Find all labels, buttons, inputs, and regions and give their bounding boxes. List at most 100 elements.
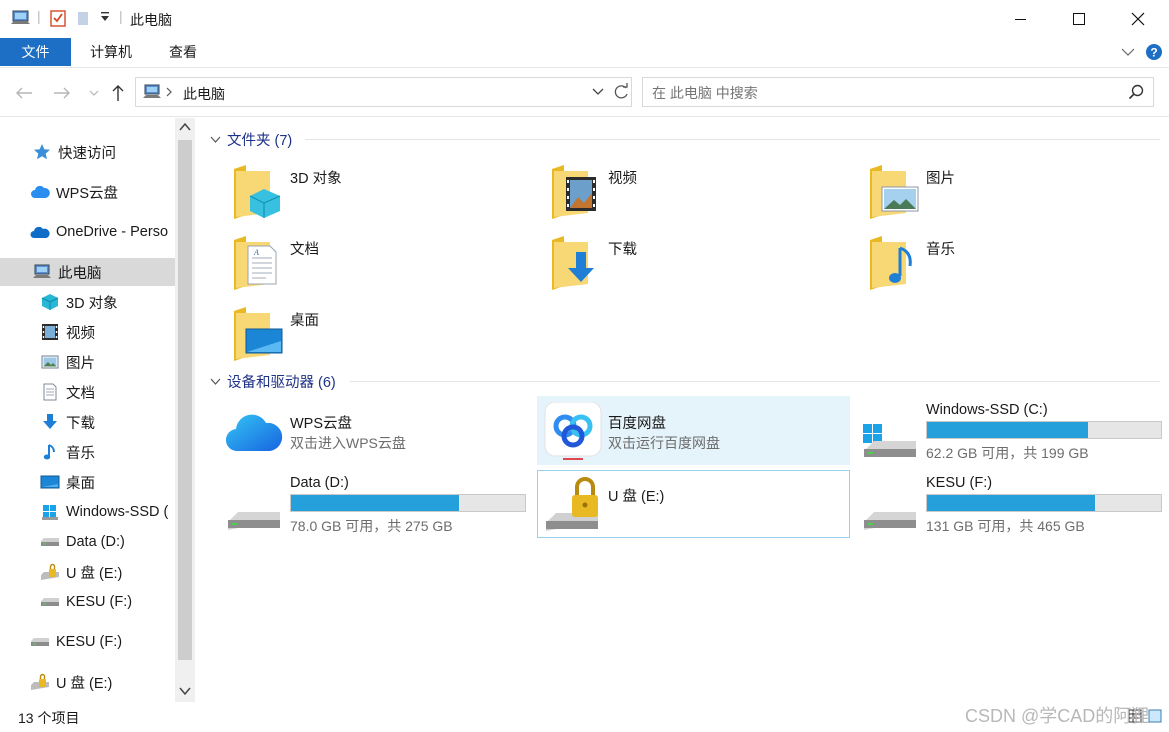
group-title: 文件夹 (7) [227,133,293,149]
sidebar-item-label: 视频 [66,325,95,342]
search-input[interactable] [652,83,1122,103]
back-button[interactable] [12,81,36,105]
tab-computer[interactable]: 计算机 [76,38,146,66]
folder-music[interactable]: 音乐 [866,234,1166,298]
tab-view[interactable]: 查看 [152,38,214,66]
search-box[interactable] [642,77,1154,107]
navigation-bar: 此电脑 [0,69,1169,117]
sidebar-item-label: 下载 [66,415,95,432]
sidebar-item-music[interactable]: 音乐 [0,438,175,466]
sidebar-item-label: 桌面 [66,475,95,492]
desktop-folder-icon [230,305,286,365]
sidebar-item-videos[interactable]: 视频 [0,318,175,346]
expand-ribbon-icon[interactable] [1120,46,1136,58]
video-icon [40,322,60,342]
sidebar-item-wps-cloud[interactable]: WPS云盘 [0,178,175,206]
sidebar-item-label: 快速访问 [58,145,116,162]
sidebar-item-label: U 盘 (E:) [56,675,113,692]
breadcrumb[interactable]: 此电脑 [183,84,225,104]
device-data-d[interactable]: Data (D:) 78.0 GB 可用，共 275 GB [224,472,536,538]
sidebar-item-windows-ssd[interactable]: Windows-SSD ( [0,498,175,526]
address-dropdown-icon[interactable] [592,88,604,96]
star-icon [32,142,52,162]
folder-pictures[interactable]: 图片 [866,163,1166,227]
folders-group-header[interactable]: 文件夹 (7) [210,129,292,150]
item-count: 13 个项目 [18,710,80,726]
sidebar-item-usb-e[interactable]: U 盘 (E:) [0,558,175,586]
sidebar-item-data-d[interactable]: Data (D:) [0,528,175,556]
collapse-chevron-icon[interactable] [210,136,221,144]
forward-button[interactable] [50,81,74,105]
pc-icon [10,9,32,27]
device-name: Windows-SSD (C:) [926,402,1048,418]
3d-objects-folder-icon [230,163,286,223]
scroll-thumb[interactable] [178,140,192,660]
large-icons-view-icon[interactable] [1148,709,1162,723]
sidebar-item-label: Data (D:) [66,534,125,550]
help-icon[interactable]: ? [1144,42,1164,62]
sidebar-item-quick-access[interactable]: 快速访问 [0,138,175,166]
new-folder-icon[interactable] [76,9,90,27]
close-button[interactable] [1109,0,1167,38]
customize-quick-access-icon[interactable] [100,11,110,23]
sidebar-item-label: 图片 [66,355,95,372]
device-subtitle: 62.2 GB 可用，共 199 GB [926,445,1089,461]
windows-drive-icon [860,405,920,457]
sidebar-item-kesu-f-root[interactable]: KESU (F:) [0,628,175,656]
properties-icon[interactable] [50,9,66,27]
sidebar-item-3d-objects[interactable]: 3D 对象 [0,288,175,316]
folder-label: 视频 [608,171,637,187]
device-subtitle: 双击进入WPS云盘 [290,435,406,451]
breadcrumb-chevron-icon[interactable] [165,87,173,97]
sidebar-item-desktop[interactable]: 桌面 [0,468,175,496]
sidebar-scrollbar[interactable] [175,118,195,702]
capacity-bar-fill [927,495,1095,511]
sidebar-item-label: OneDrive - Perso [56,224,169,240]
device-subtitle: 131 GB 可用，共 465 GB [926,518,1085,534]
pc-icon [32,262,52,282]
sidebar-item-label: 此电脑 [58,265,102,282]
picture-icon [40,352,60,372]
download-icon [40,412,60,432]
refresh-icon[interactable] [612,83,630,101]
wps-cloud-icon [224,405,284,457]
sidebar-item-usb-e-root[interactable]: U 盘 (E:) [0,668,175,696]
sidebar-item-label: U 盘 (E:) [66,565,123,582]
folder-label: 音乐 [926,242,955,258]
tab-file[interactable]: 文件 [0,38,71,66]
recent-locations-button[interactable] [82,81,106,105]
sidebar-item-documents[interactable]: 文档 [0,378,175,406]
download-folder-icon [548,234,604,294]
desktop-icon [40,472,60,492]
maximize-button[interactable] [1050,0,1108,38]
capacity-bar-fill [291,495,459,511]
scroll-down-icon[interactable] [179,686,191,696]
window-title: 此电脑 [130,12,172,28]
sidebar-item-onedrive[interactable]: OneDrive - Perso [0,218,175,246]
collapse-chevron-icon[interactable] [210,378,221,386]
folder-3d-objects[interactable]: 3D 对象 [230,163,530,227]
minimize-button[interactable] [992,0,1050,38]
sidebar-item-pictures[interactable]: 图片 [0,348,175,376]
search-icon[interactable] [1128,84,1144,100]
devices-group-header[interactable]: 设备和驱动器 (6) [210,371,336,392]
device-windows-ssd-c[interactable]: Windows-SSD (C:) 62.2 GB 可用，共 199 GB [860,399,1169,465]
address-bar[interactable]: 此电脑 [135,77,632,107]
device-kesu-f[interactable]: KESU (F:) 131 GB 可用，共 465 GB [860,472,1169,538]
usb-drive-icon [30,672,50,692]
up-button[interactable] [106,81,130,105]
folder-downloads[interactable]: 下载 [548,234,848,298]
document-icon [40,382,60,402]
folder-videos[interactable]: 视频 [548,163,848,227]
sidebar-item-kesu-f[interactable]: KESU (F:) [0,588,175,616]
device-baidu-netdisk[interactable]: 百度网盘 双击运行百度网盘 [537,396,850,465]
folder-desktop[interactable]: 桌面 [230,305,530,369]
sidebar-item-this-pc[interactable]: 此电脑 [0,258,175,286]
folder-label: 下载 [608,242,637,258]
device-wps-cloud[interactable]: WPS云盘 双击进入WPS云盘 [224,399,536,465]
scroll-up-icon[interactable] [179,122,191,132]
pc-icon [142,83,162,101]
folder-documents[interactable]: A 文档 [230,234,530,298]
sidebar-item-downloads[interactable]: 下载 [0,408,175,436]
device-usb-e[interactable]: U 盘 (E:) [537,470,850,538]
